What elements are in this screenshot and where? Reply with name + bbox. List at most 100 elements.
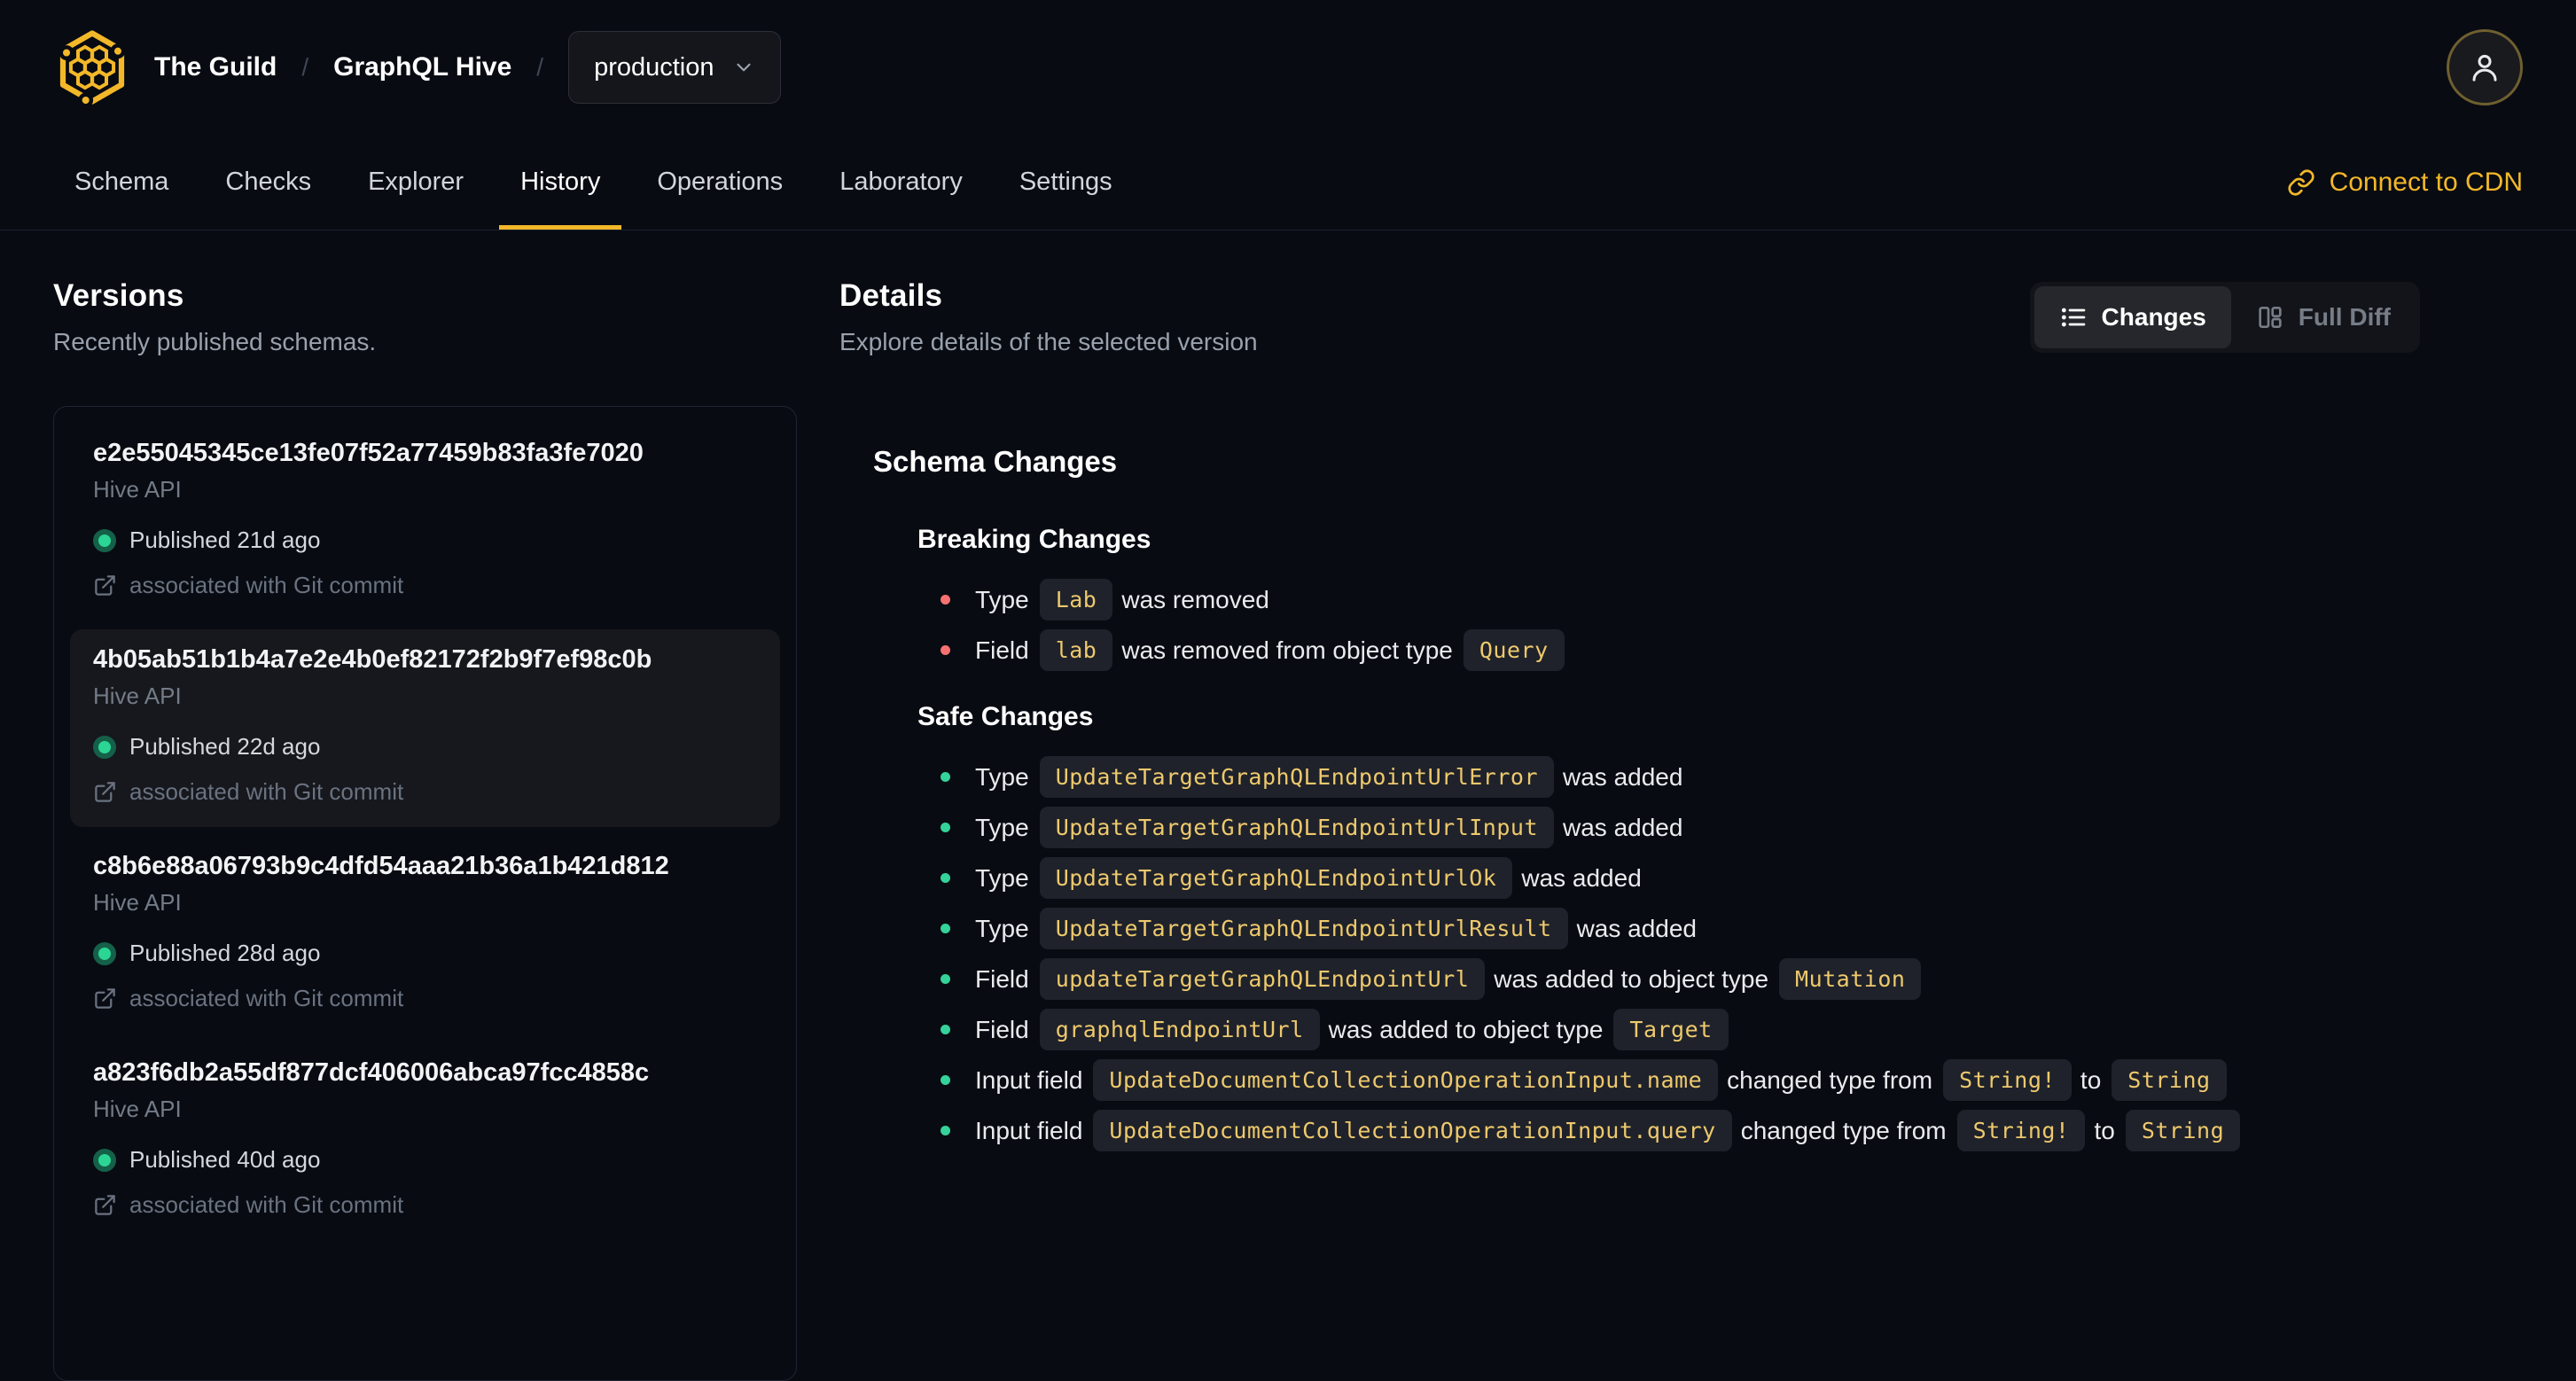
code-badge: String! [1943, 1059, 2072, 1101]
versions-list: e2e55045345ce13fe07f52a77459b83fa3fe7020… [53, 406, 797, 1381]
change-text: changed type from [1727, 1065, 1933, 1094]
change-text: was removed from object type [1121, 636, 1453, 664]
bullet-icon [941, 974, 950, 984]
change-text: was added [1563, 813, 1683, 841]
change-text: was added [1563, 762, 1683, 791]
full-diff-view-button[interactable]: Full Diff [2231, 286, 2416, 348]
bullet-icon [941, 1075, 950, 1085]
change-text: was removed [1121, 585, 1269, 613]
version-status-text: Published 28d ago [129, 940, 321, 966]
changes-view-button[interactable]: Changes [2033, 286, 2231, 348]
code-badge: UpdateTargetGraphQLEndpointUrlOk [1039, 857, 1513, 899]
external-link-icon [95, 782, 115, 802]
change-list: Type Lab was removed Field lab was removed fr… [917, 574, 2420, 675]
code-badge: Target [1613, 1009, 1729, 1050]
bullet-icon [941, 1025, 950, 1034]
published-dot-icon [93, 735, 116, 759]
change-text: was added [1521, 863, 1642, 892]
version-git-text: associated with Git commit [129, 778, 404, 805]
nav-tabs: Schema Checks Explorer History Operations Lab… [53, 135, 1134, 230]
version-git-text: associated with Git commit [129, 1191, 404, 1218]
list-icon [2061, 308, 2085, 327]
code-badge: Query [1463, 629, 1565, 671]
version-git-link[interactable]: associated with Git commit [93, 572, 757, 599]
change-text: Type [975, 813, 1029, 841]
tab-laboratory[interactable]: Laboratory [818, 135, 984, 230]
breadcrumb-org[interactable]: The Guild [154, 52, 277, 82]
app-header: The Guild / GraphQL Hive / production Sc… [0, 0, 2576, 230]
bullet-icon [941, 924, 950, 933]
version-git-text: associated with Git commit [129, 572, 404, 598]
code-badge: UpdateTargetGraphQLEndpointUrlResult [1039, 908, 1568, 949]
breadcrumb-project[interactable]: GraphQL Hive [333, 52, 511, 82]
version-item[interactable]: a823f6db2a55df877dcf406006abca97fcc4858c… [70, 1042, 780, 1240]
tab-checks[interactable]: Checks [204, 135, 332, 230]
change-text: Type [975, 762, 1029, 791]
external-link-icon [95, 988, 115, 1009]
change-item: Type UpdateTargetGraphQLEndpointUrlInput w… [941, 802, 2420, 853]
code-badge: UpdateTargetGraphQLEndpointUrlError [1039, 756, 1554, 798]
version-item[interactable]: 4b05ab51b1b4a7e2e4b0ef82172f2b9f7ef98c0b… [70, 629, 780, 827]
schema-changes-section: Schema Changes Breaking Changes Type Lab wa… [839, 445, 2420, 1156]
version-hash: a823f6db2a55df877dcf406006abca97fcc4858c [93, 1058, 650, 1087]
user-menu-button[interactable] [2447, 29, 2523, 105]
version-git-link[interactable]: associated with Git commit [93, 1191, 757, 1219]
version-service: Hive API [93, 1096, 182, 1122]
published-dot-icon [93, 528, 116, 552]
version-git-link[interactable]: associated with Git commit [93, 778, 757, 806]
target-selector[interactable]: production [568, 31, 781, 104]
code-badge: updateTargetGraphQLEndpointUrl [1039, 958, 1486, 1000]
change-item: Type UpdateTargetGraphQLEndpointUrlResult… [941, 903, 2420, 954]
link-icon [2288, 168, 2314, 196]
change-item: Type UpdateTargetGraphQLEndpointUrlError w… [941, 752, 2420, 802]
target-selector-value: production [594, 52, 714, 82]
tab-schema[interactable]: Schema [53, 135, 190, 230]
version-git-text: associated with Git commit [129, 985, 404, 1011]
change-text: Field [975, 1015, 1029, 1043]
version-status: Published 22d ago [93, 733, 757, 761]
hive-logo-icon[interactable] [53, 28, 131, 106]
code-badge: lab [1039, 629, 1113, 671]
version-item[interactable]: c8b6e88a06793b9c4dfd54aaa21b36a1b421d812… [70, 836, 780, 1034]
bullet-icon [941, 823, 950, 832]
bullet-icon [941, 595, 950, 605]
change-item: Type Lab was removed [941, 574, 2420, 625]
version-hash: e2e55045345ce13fe07f52a77459b83fa3fe7020 [93, 439, 644, 467]
change-item: Input field UpdateDocumentCollectionOpera… [941, 1055, 2420, 1105]
external-link-icon [95, 575, 115, 596]
change-text: to [2080, 1065, 2102, 1094]
change-item: Field graphqlEndpointUrl was added to obje… [941, 1004, 2420, 1055]
published-dot-icon [93, 941, 116, 965]
change-text: was added [1576, 914, 1697, 942]
tab-explorer[interactable]: Explorer [347, 135, 485, 230]
external-link-icon [95, 1195, 115, 1215]
version-status: Published 28d ago [93, 940, 757, 967]
diff-columns-icon [2259, 307, 2282, 328]
change-text: Input field [975, 1116, 1083, 1144]
change-list: Type UpdateTargetGraphQLEndpointUrlError w… [917, 752, 2420, 1156]
tab-operations[interactable]: Operations [636, 135, 804, 230]
chevron-down-icon [736, 63, 751, 72]
version-status: Published 21d ago [93, 527, 757, 554]
user-icon [2472, 54, 2497, 82]
tab-settings[interactable]: Settings [998, 135, 1134, 230]
change-text: was added to object type [1494, 964, 1769, 993]
bullet-icon [941, 772, 950, 782]
version-git-link[interactable]: associated with Git commit [93, 985, 757, 1012]
change-item: Field lab was removed from object type Quer… [941, 625, 2420, 675]
change-text: Type [975, 863, 1029, 892]
version-status-text: Published 22d ago [129, 733, 321, 760]
published-dot-icon [93, 1148, 116, 1172]
breadcrumb-separator: / [301, 53, 309, 81]
change-item: Input field UpdateDocumentCollectionOpera… [941, 1105, 2420, 1156]
tab-history[interactable]: History [499, 135, 622, 230]
connect-to-cdn-link[interactable]: Connect to CDN [2287, 135, 2523, 230]
change-text: was added to object type [1328, 1015, 1604, 1043]
code-badge: UpdateDocumentCollectionOperationInput.n… [1093, 1059, 1719, 1101]
schema-changes-title: Schema Changes [873, 445, 1118, 478]
breadcrumb-separator: / [536, 53, 544, 81]
version-item[interactable]: e2e55045345ce13fe07f52a77459b83fa3fe7020… [70, 423, 780, 620]
version-service: Hive API [93, 889, 182, 916]
bullet-icon [941, 1126, 950, 1135]
change-section-breaking: Breaking Changes Type Lab was removed Field l… [873, 525, 2420, 675]
